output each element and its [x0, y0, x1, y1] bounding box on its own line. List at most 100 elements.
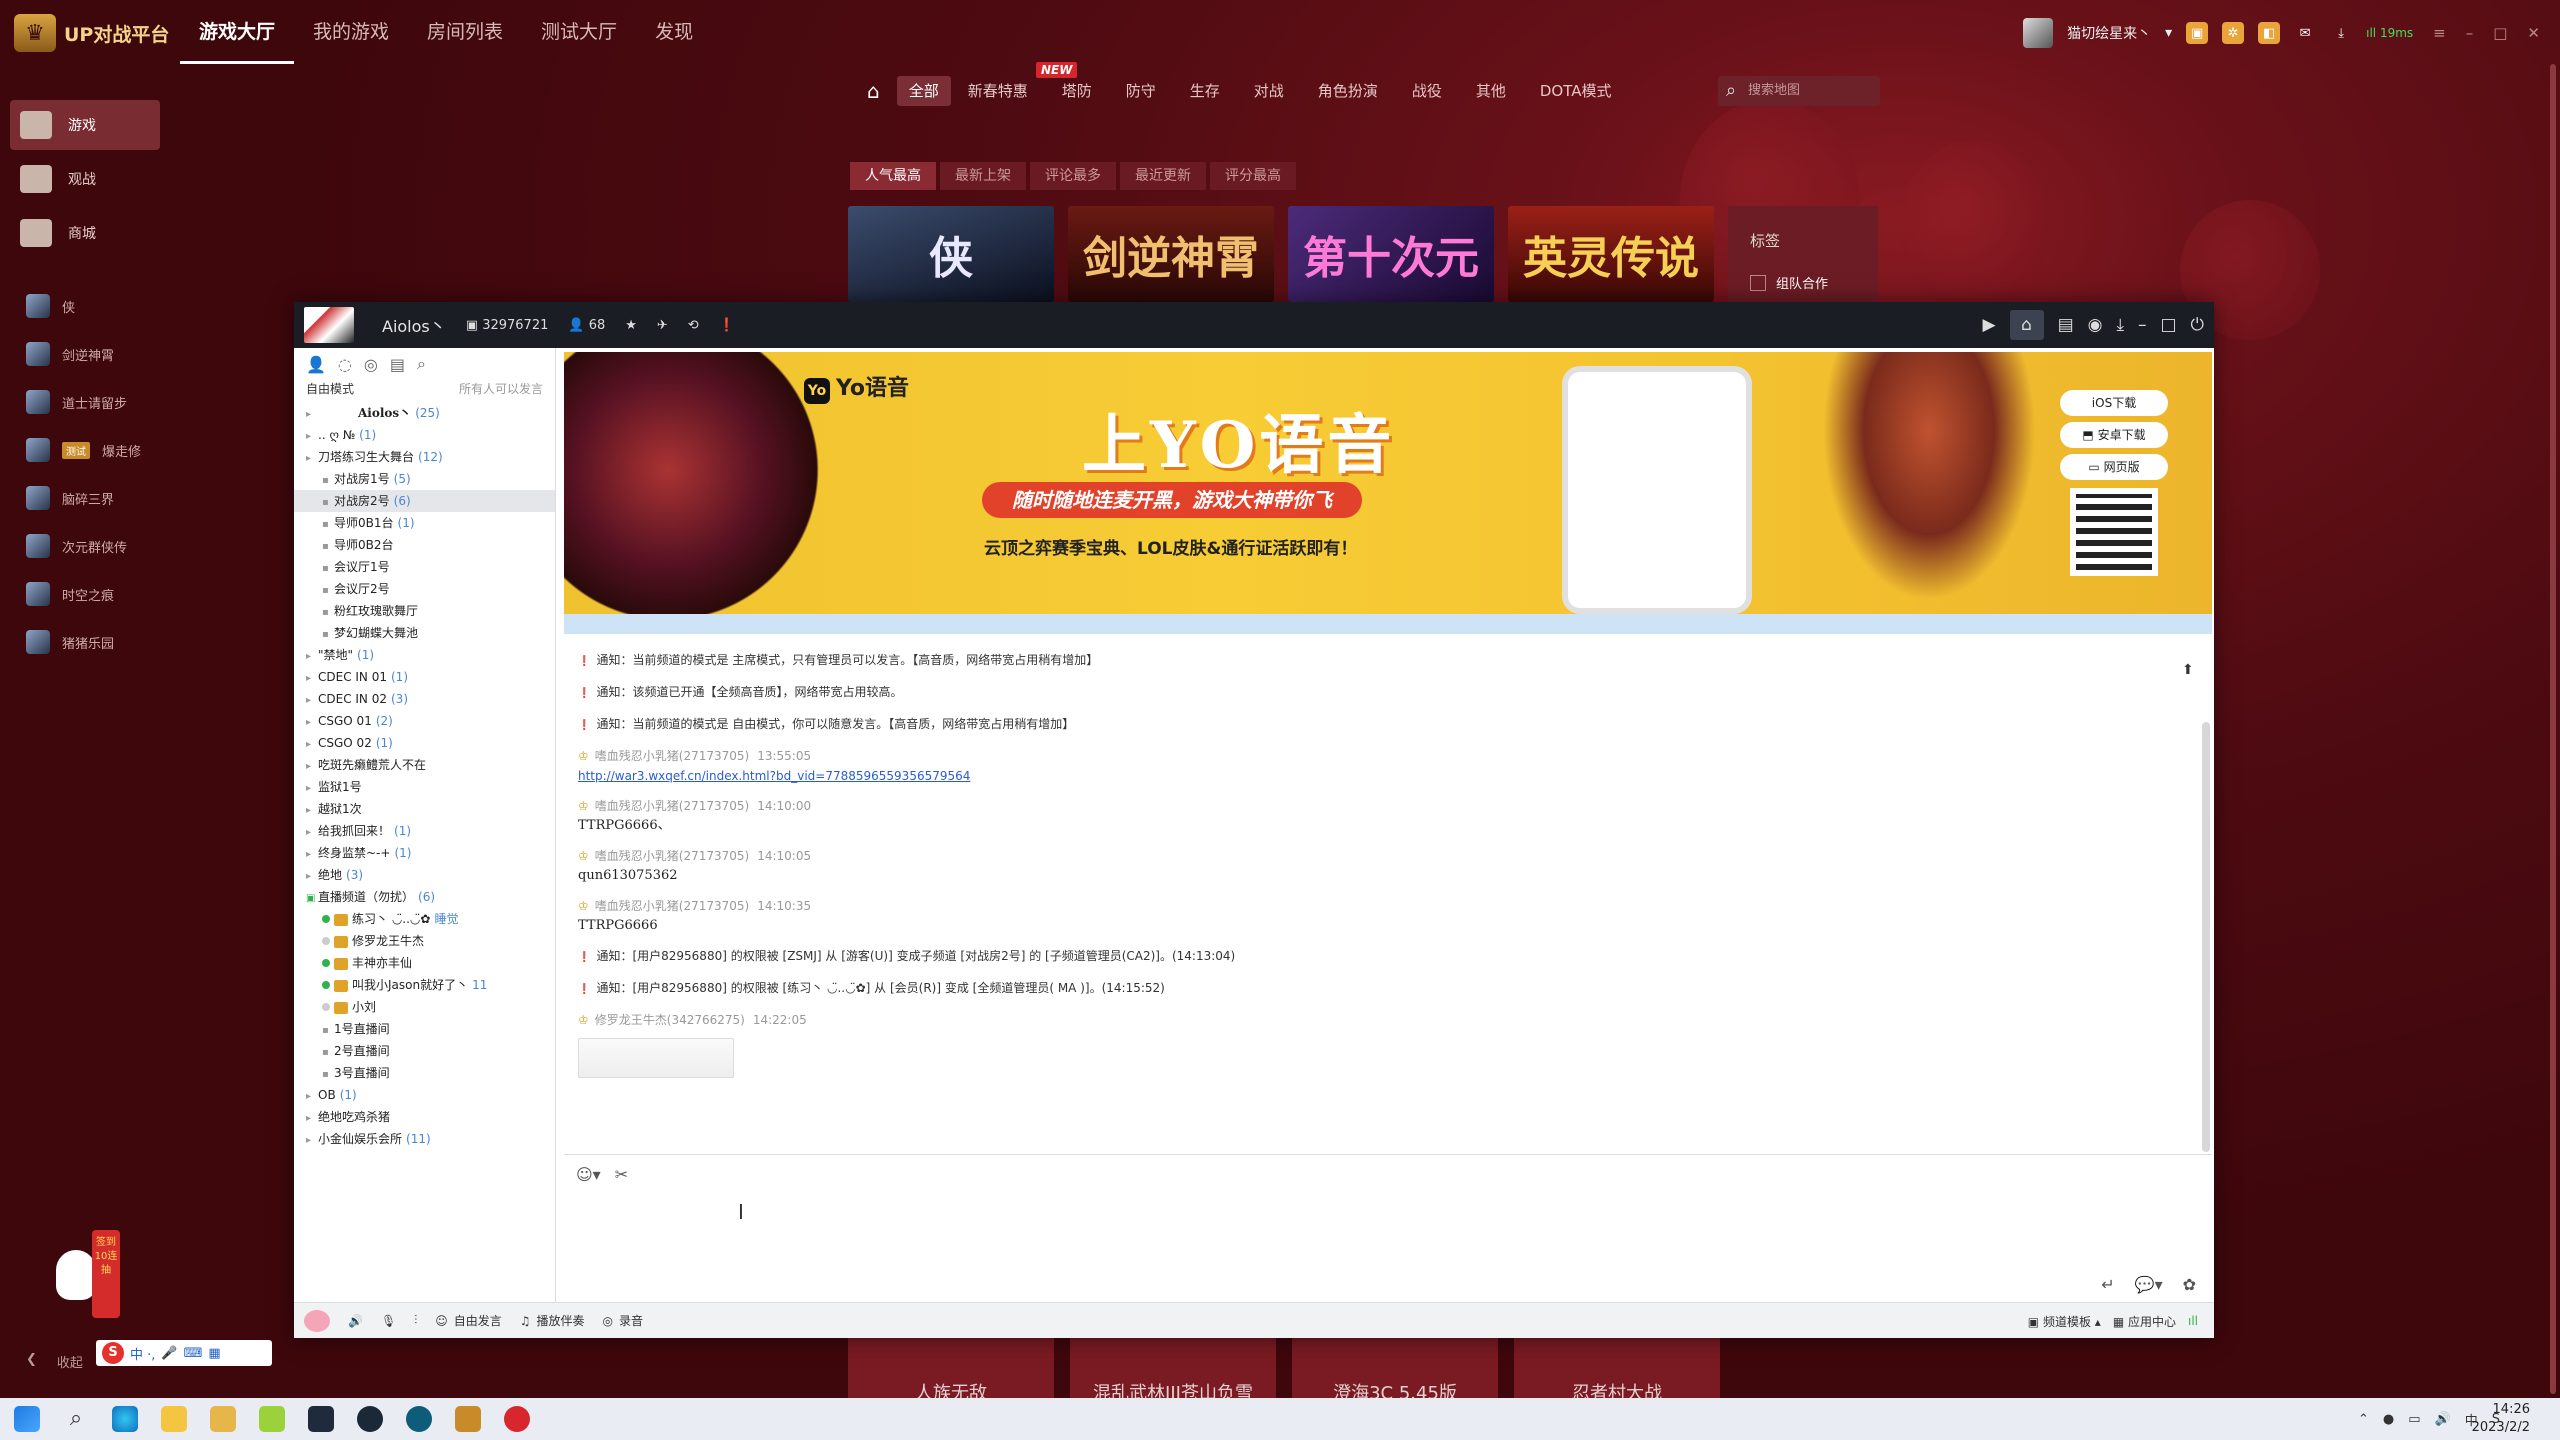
search-icon[interactable]: ⌕ [417, 354, 426, 374]
message-user[interactable]: 嗜血残忍小乳猪(27173705) [595, 849, 749, 863]
channel-item[interactable]: ▸ 绝地 (3) [294, 864, 555, 886]
channel-item[interactable]: ▸ "禁地" (1) [294, 644, 555, 666]
download-icon[interactable]: ⤓ [2116, 315, 2124, 335]
volume-icon[interactable]: 🔊 [2435, 1412, 2451, 1427]
category-tab[interactable]: DOTA模式 [1523, 76, 1629, 106]
accompaniment-button[interactable]: ♫ 播放伴奏 [520, 1312, 585, 1329]
android-download-button[interactable]: ⬒ 安卓下载 [2060, 422, 2168, 448]
app-icon[interactable] [406, 1406, 432, 1432]
scroll-top-icon[interactable]: ⬆ [2182, 662, 2194, 678]
sort-tab[interactable]: 评分最高 [1210, 162, 1296, 190]
sidebar-game[interactable]: 脑碎三界 [0, 474, 170, 522]
channel-item[interactable]: ▪ 会议厅1号 [294, 556, 555, 578]
windows-start-icon[interactable] [14, 1406, 40, 1432]
category-tab[interactable]: 战役 [1395, 76, 1459, 106]
sidebar-item[interactable]: 商城 [10, 208, 160, 258]
channel-user[interactable]: 小刘 [294, 996, 555, 1018]
close-icon[interactable]: ✕ [2527, 24, 2540, 42]
minimize-icon[interactable]: – [2138, 315, 2147, 335]
mail-icon[interactable]: ✉ [2294, 22, 2316, 44]
game-banner[interactable]: 侠 [848, 206, 1054, 302]
main-scrollbar[interactable] [2550, 64, 2556, 1394]
mode-select[interactable]: 自由模式 [306, 380, 354, 402]
menu-icon[interactable]: ≡ [2433, 24, 2446, 42]
board-icon[interactable]: ▤ [2058, 315, 2074, 335]
folder-icon[interactable] [161, 1406, 187, 1432]
signin-float[interactable]: 签到10连抽 [56, 1230, 122, 1320]
home-icon[interactable]: ⌂ [2009, 310, 2044, 340]
search-input[interactable]: 搜索地图 [1718, 76, 1880, 106]
channel-item[interactable]: ▪ 1号直播间 [294, 1018, 555, 1040]
sidebar-game[interactable]: 次元群侠传 [0, 522, 170, 570]
network-icon[interactable]: ▭ [2408, 1412, 2420, 1427]
ime-toolbar[interactable]: S 中 ·, 🎤 ⌨ ▦ [96, 1340, 272, 1366]
info-icon[interactable]: ❗ [719, 318, 735, 333]
emoji-icon[interactable]: ☺▾ [576, 1165, 601, 1184]
channel-item[interactable]: ▸ CSGO 01 (2) [294, 710, 555, 732]
sidebar-item[interactable]: 观战 [10, 154, 160, 204]
message-user[interactable]: 嗜血残忍小乳猪(27173705) [595, 749, 749, 763]
game-banner[interactable]: 第十次元 [1288, 206, 1494, 302]
edge-icon[interactable] [112, 1406, 138, 1432]
app-icon[interactable] [259, 1406, 285, 1432]
chat-scrollbar[interactable] [2202, 722, 2210, 1152]
clock[interactable]: 14:26 2023/2/2 [2472, 1401, 2530, 1437]
sort-tab[interactable]: 最近更新 [1120, 162, 1206, 190]
ad-banner[interactable]: Yo Yo语音 上YO语音 随时随地连麦开黑，游戏大神带你飞 云顶之弈赛季宝典、L… [564, 352, 2212, 614]
game-banner[interactable]: 忍者村大战 [1514, 1338, 1720, 1398]
download-icon[interactable]: ⤓ [2330, 22, 2352, 44]
channel-item[interactable]: ▸ 吃斑先癞鳢荒人不在 [294, 754, 555, 776]
sidebar-item[interactable]: 游戏 [10, 100, 160, 150]
game-banner[interactable]: 混乱武林III苍山负雪 [1070, 1338, 1276, 1398]
channel-item[interactable]: ▪ 对战房2号 (6) [294, 490, 555, 512]
channel-item[interactable]: ▸ 刀塔练习生大舞台 (12) [294, 446, 555, 468]
sidebar-game[interactable]: 道士请留步 [0, 378, 170, 426]
chat-bubble-icon[interactable]: 💬▾ [2135, 1275, 2163, 1294]
nav-tab[interactable]: 房间列表 [408, 0, 522, 64]
chevron-down-icon[interactable]: ▾ [2165, 25, 2172, 41]
game-banner[interactable]: 英灵传说 [1508, 206, 1714, 302]
sidebar-game[interactable]: 时空之痕 [0, 570, 170, 618]
gamepad-icon[interactable]: ◉ [2088, 315, 2103, 335]
chat-icon[interactable]: ◌ [338, 355, 352, 374]
sidebar-game[interactable]: 剑逆神霄 [0, 330, 170, 378]
message-user[interactable]: 嗜血残忍小乳猪(27173705) [595, 899, 749, 913]
sort-tab[interactable]: 人气最高 [850, 162, 936, 190]
channel-item[interactable]: ▸ 监狱1号 [294, 776, 555, 798]
channel-item[interactable]: ▸ CSGO 02 (1) [294, 732, 555, 754]
channel-item[interactable]: ▪ 导师0B1台 (1) [294, 512, 555, 534]
channel-item[interactable]: ▸ CDEC IN 01 (1) [294, 666, 555, 688]
message-image[interactable] [578, 1038, 734, 1078]
channel-item[interactable]: ▸ 给我抓回来！ (1) [294, 820, 555, 842]
channel-item[interactable]: ▪ 梦幻蝴蝶大舞池 [294, 622, 555, 644]
app-logo[interactable]: ♛ UP对战平台 [14, 14, 169, 52]
category-tab[interactable]: 塔防 [1045, 76, 1109, 106]
channel-item[interactable]: ▸ 终身监禁~-+ (1) [294, 842, 555, 864]
speaker-icon[interactable]: 🔊 [348, 1314, 363, 1328]
message-input[interactable]: ☺▾ ✂ ↵ 💬▾ ✿ [564, 1154, 2212, 1302]
channel-item[interactable]: ▪ 2号直播间 [294, 1040, 555, 1062]
location-icon[interactable]: ◎ [364, 355, 378, 374]
channel-item[interactable]: ▸ 小金仙娱乐会所 (11) [294, 1128, 555, 1150]
maximize-icon[interactable]: □ [2160, 315, 2176, 335]
plane-icon[interactable]: ✈ [657, 318, 668, 333]
category-tab[interactable]: 对战 [1237, 76, 1301, 106]
search-icon[interactable]: ⌕ [63, 1406, 89, 1432]
free-speak-button[interactable]: ☺ 自由发言 [435, 1312, 502, 1329]
flower-icon[interactable]: ✿ [2183, 1275, 2196, 1294]
category-tab[interactable]: 防守 [1109, 76, 1173, 106]
category-tab[interactable]: 其他 [1459, 76, 1523, 106]
channel-user[interactable]: 修罗龙王牛杰 [294, 930, 555, 952]
channel-item[interactable]: ▪ 导师0B2台 [294, 534, 555, 556]
channel-name[interactable]: Aiolos丶 [382, 313, 446, 337]
category-tab[interactable]: 生存 [1173, 76, 1237, 106]
sort-tab[interactable]: 最新上架 [940, 162, 1026, 190]
video-icon[interactable]: ▶ [1982, 315, 1995, 335]
note-icon[interactable]: ▤ [390, 355, 405, 374]
channel-item[interactable]: ▣ 直播频道（勿扰） (6) [294, 886, 555, 908]
chevron-up-icon[interactable]: ⌃ [2358, 1412, 2369, 1427]
nav-tab[interactable]: 我的游戏 [294, 0, 408, 64]
nav-tab[interactable]: 测试大厅 [522, 0, 636, 64]
channel-item[interactable]: ▪ 粉红玫瑰歌舞厅 [294, 600, 555, 622]
send-icon[interactable]: ↵ [2101, 1275, 2114, 1294]
